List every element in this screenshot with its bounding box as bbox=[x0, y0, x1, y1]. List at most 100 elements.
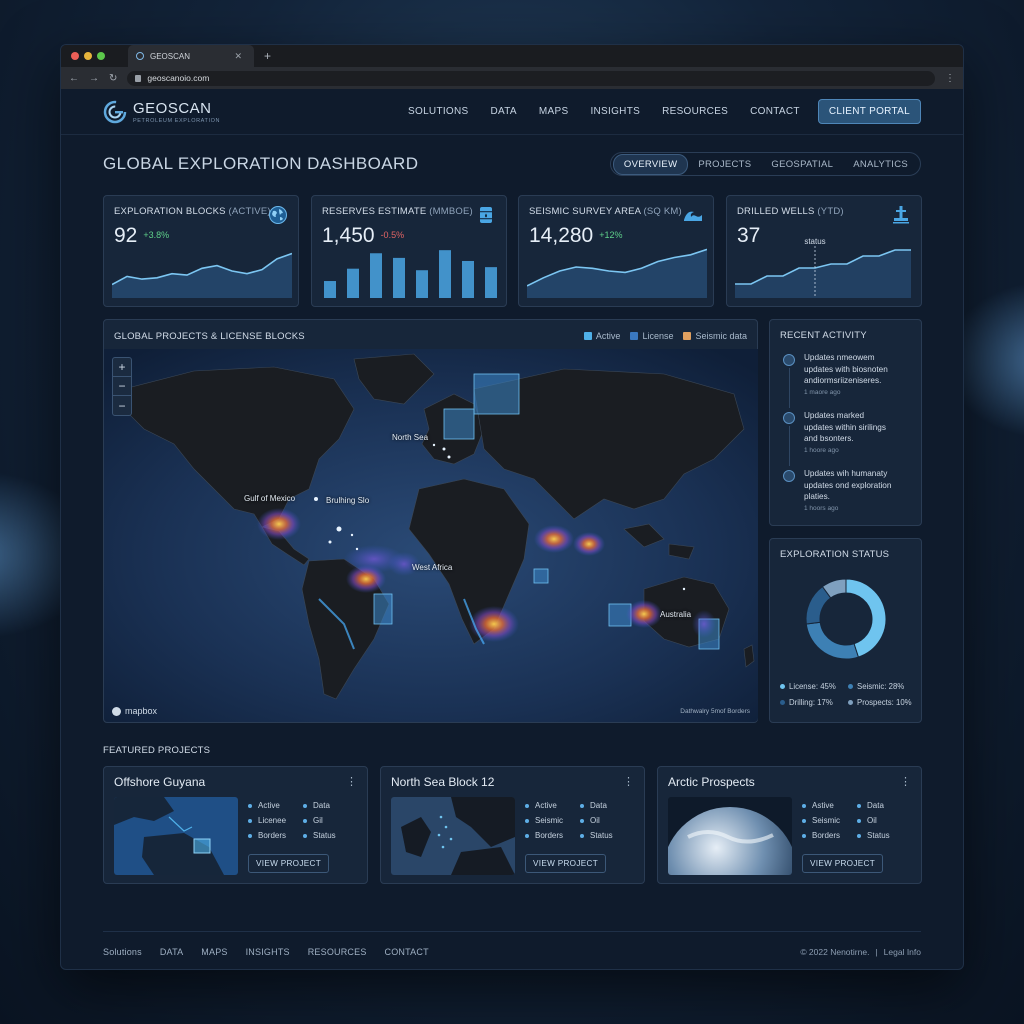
legend-label: License bbox=[642, 331, 674, 341]
site-header: GEOSCAN PETROLEUM EXPLORATION SOLUTIONS … bbox=[61, 89, 963, 135]
reserves-bar bbox=[485, 267, 497, 298]
kpi-card-drilled-wells[interactable]: DRILLED WELLS (YTD) 37 status bbox=[726, 195, 922, 307]
world-map[interactable]: + − − North Sea Gulf of Mexico Brulhing … bbox=[104, 349, 758, 722]
project-card-north-sea-block-12[interactable]: North Sea Block 12 ⋮ Active Data Seismic… bbox=[380, 766, 645, 884]
legend-active[interactable]: Active bbox=[583, 331, 620, 341]
project-meta: Active Data Licenee Gil Borders Status bbox=[248, 801, 358, 846]
legend-dot bbox=[780, 684, 785, 689]
legend-text: Prospects: 10% bbox=[857, 698, 912, 707]
meta-text: Gil bbox=[313, 816, 323, 825]
footer-link-solutions[interactable]: Solutions bbox=[103, 947, 142, 957]
nav-solutions[interactable]: SOLUTIONS bbox=[408, 106, 469, 117]
brand-block[interactable]: GEOSCAN PETROLEUM EXPLORATION bbox=[133, 100, 220, 124]
sparkline-area bbox=[112, 253, 292, 298]
address-bar[interactable]: geoscanoio.com bbox=[127, 70, 935, 86]
arctic-globe-thumbnail bbox=[668, 797, 792, 875]
kpi-card-seismic-survey-area[interactable]: SEISMIC SURVEY AREA (SQ KM) 14,280 +12% bbox=[518, 195, 714, 307]
tab-geospatial[interactable]: GEOSPATIAL bbox=[761, 155, 843, 174]
site-footer: Solutions DATA MAPS INSIGHTS RESOURCES C… bbox=[103, 945, 921, 959]
activity-text: Updates nmeowem updates with biosnoten a… bbox=[804, 352, 911, 387]
footer-link-resources[interactable]: RESOURCES bbox=[308, 947, 367, 957]
project-thumbnail[interactable] bbox=[114, 797, 238, 875]
footer-link-insights[interactable]: INSIGHTS bbox=[246, 947, 290, 957]
tab-overview[interactable]: OVERVIEW bbox=[612, 153, 689, 175]
meta-dot bbox=[303, 833, 307, 838]
view-project-button[interactable]: VIEW PROJECT bbox=[248, 854, 330, 873]
tab-analytics[interactable]: ANALYTICS bbox=[843, 155, 918, 174]
recent-activity-title: RECENT ACTIVITY bbox=[780, 330, 867, 341]
browser-toolbar: ← → ↻ geoscanoio.com ⋮ bbox=[61, 67, 963, 89]
close-tab-icon[interactable]: ✕ bbox=[234, 51, 242, 62]
map-label-australia: Australia bbox=[660, 610, 692, 619]
view-project-button[interactable]: VIEW PROJECT bbox=[525, 854, 607, 873]
map-legend: Active License Seismic data bbox=[574, 331, 747, 341]
kpi-card-reserves-estimate[interactable]: RESERVES ESTIMATE (MMBOE) 1,450 -0.5% bbox=[311, 195, 507, 307]
zoom-out-button[interactable]: − bbox=[113, 377, 131, 396]
view-project-button[interactable]: VIEW PROJECT bbox=[802, 854, 884, 873]
browser-tab[interactable]: GEOSCAN ✕ bbox=[128, 45, 254, 67]
reload-icon[interactable]: ↻ bbox=[109, 73, 117, 84]
timeline-line bbox=[789, 368, 790, 408]
nav-insights[interactable]: INSIGHTS bbox=[590, 106, 640, 117]
maximize-window-dot[interactable] bbox=[97, 52, 105, 60]
footer-link-contact[interactable]: CONTACT bbox=[385, 947, 429, 957]
meta-dot bbox=[580, 833, 584, 838]
reset-bearing-button[interactable]: − bbox=[113, 396, 131, 415]
status-donut-chart bbox=[805, 578, 887, 660]
nav-data[interactable]: DATA bbox=[491, 106, 517, 117]
footer-link-maps[interactable]: MAPS bbox=[201, 947, 227, 957]
geoscan-logo-icon bbox=[103, 100, 127, 123]
zoom-in-button[interactable]: + bbox=[113, 358, 131, 377]
meta-text: Active bbox=[258, 801, 280, 810]
project-thumbnail[interactable] bbox=[391, 797, 515, 875]
footer-link-data[interactable]: DATA bbox=[160, 947, 183, 957]
kpi-label: DRILLED WELLS (YTD) bbox=[737, 206, 844, 217]
page-title: GLOBAL EXPLORATION DASHBOARD bbox=[103, 154, 419, 173]
client-portal-button[interactable]: CLIENT PORTAL bbox=[817, 99, 921, 124]
forward-arrow-icon[interactable]: → bbox=[89, 73, 99, 84]
nav-maps[interactable]: MAPS bbox=[539, 106, 569, 117]
close-window-dot[interactable] bbox=[71, 52, 79, 60]
kpi-card-exploration-blocks[interactable]: EXPLORATION BLOCKS (ACTIVE) 92 +3.8% bbox=[103, 195, 299, 307]
project-menu-icon[interactable]: ⋮ bbox=[346, 775, 357, 788]
project-menu-icon[interactable]: ⋮ bbox=[900, 775, 911, 788]
reserves-bar bbox=[370, 253, 382, 298]
legend-text: Seismic: 28% bbox=[857, 682, 905, 691]
mapbox-logo[interactable]: mapbox bbox=[112, 706, 157, 716]
meta-dot bbox=[248, 818, 252, 823]
map-label-west-africa: West Africa bbox=[412, 563, 453, 572]
activity-line-2: updates ond exploration bbox=[804, 480, 892, 490]
activity-line-1: Updates wih humanaty bbox=[804, 469, 888, 478]
activity-item[interactable]: Updates marked updates within sirilings … bbox=[780, 410, 911, 468]
meta-dot bbox=[802, 818, 806, 823]
wells-status-annotation: status bbox=[804, 238, 825, 246]
tab-projects[interactable]: PROJECTS bbox=[688, 155, 761, 174]
nav-contact[interactable]: CONTACT bbox=[750, 106, 800, 117]
map-attribution[interactable]: Dathwalry 5mof Borders bbox=[680, 708, 750, 715]
legend-license[interactable]: License bbox=[630, 331, 673, 341]
minimize-window-dot[interactable] bbox=[84, 52, 92, 60]
project-menu-icon[interactable]: ⋮ bbox=[623, 775, 634, 788]
new-tab-icon[interactable]: + bbox=[264, 49, 271, 63]
reserves-bar bbox=[324, 281, 336, 298]
activity-list: Updates nmeowem updates with biosnoten a… bbox=[780, 352, 911, 526]
project-meta: Astive Data Seismic Oil Borders Status bbox=[802, 801, 912, 846]
meta-text: Oil bbox=[590, 816, 600, 825]
nav-resources[interactable]: RESOURCES bbox=[662, 106, 728, 117]
back-arrow-icon[interactable]: ← bbox=[69, 73, 79, 84]
meta-item: Status bbox=[303, 831, 358, 840]
browser-menu-icon[interactable]: ⋮ bbox=[945, 73, 955, 84]
meta-item: Active bbox=[525, 801, 580, 810]
project-card-offshore-guyana[interactable]: Offshore Guyana ⋮ Active Data Licenee Gi… bbox=[103, 766, 368, 884]
project-card-arctic-prospects[interactable]: Arctic Prospects ⋮ Astive Data Seismic O… bbox=[657, 766, 922, 884]
legal-info-link[interactable]: Legal Info bbox=[884, 947, 921, 957]
activity-item[interactable]: Updates wih humanaty updates ond explora… bbox=[780, 468, 911, 526]
status-legend-drilling: Drilling: 17% bbox=[780, 698, 848, 707]
exploration-status-title: EXPLORATION STATUS bbox=[780, 549, 890, 560]
legend-text: License: 45% bbox=[789, 682, 836, 691]
project-thumbnail[interactable] bbox=[668, 797, 792, 875]
brand-name: GEOSCAN bbox=[133, 99, 212, 117]
activity-item[interactable]: Updates nmeowem updates with biosnoten a… bbox=[780, 352, 911, 410]
legend-seismic[interactable]: Seismic data bbox=[683, 331, 747, 341]
kpi-delta: -0.5% bbox=[380, 230, 405, 240]
